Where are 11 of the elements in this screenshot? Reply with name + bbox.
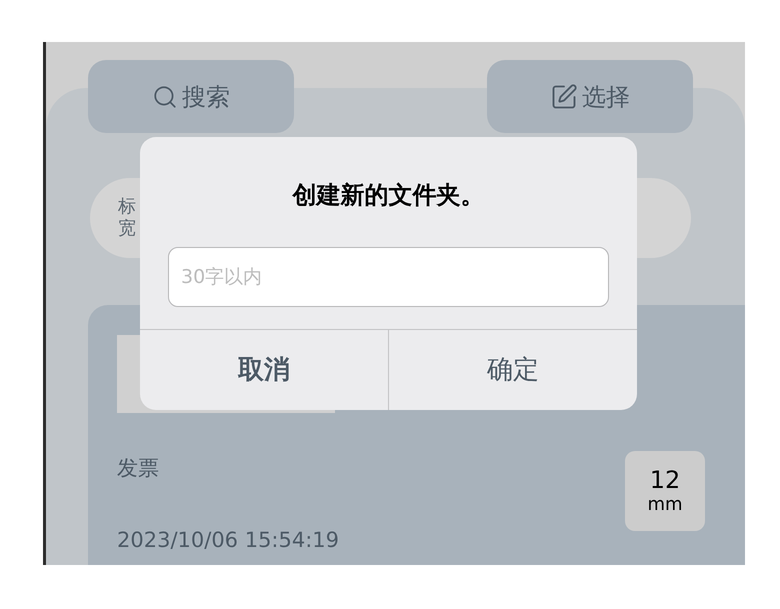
file-date: 2023/10/06 15:54:19: [117, 526, 340, 554]
size-badge: 12 mm: [625, 451, 705, 531]
confirm-button[interactable]: 确定: [388, 330, 637, 410]
search-button[interactable]: 搜索: [88, 60, 294, 133]
dialog-title: 创建新的文件夹。: [291, 180, 486, 211]
cancel-button[interactable]: 取消: [140, 330, 388, 410]
file-name: 发票: [117, 455, 160, 482]
edit-icon: [550, 82, 578, 110]
search-icon: [152, 84, 178, 110]
name-field[interactable]: 30字以内: [168, 247, 609, 307]
select-button[interactable]: 选择: [487, 60, 693, 133]
